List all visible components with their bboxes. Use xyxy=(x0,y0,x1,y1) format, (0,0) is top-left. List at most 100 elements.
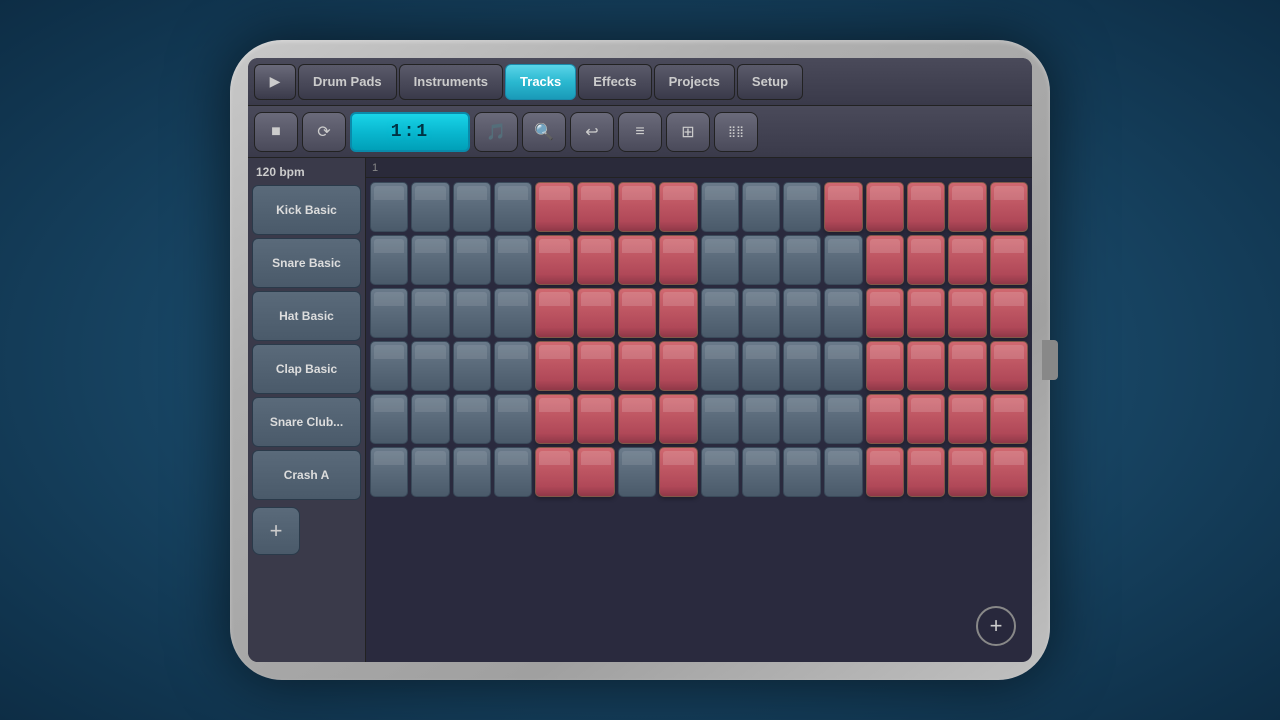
beat-cell-snare-club-13[interactable] xyxy=(907,394,945,444)
beat-cell-hat-basic-14[interactable] xyxy=(948,288,986,338)
beat-cell-clap-basic-11[interactable] xyxy=(824,341,862,391)
beat-cell-kick-basic-9[interactable] xyxy=(742,182,780,232)
beat-cell-crash-a-9[interactable] xyxy=(742,447,780,497)
beat-cell-snare-basic-4[interactable] xyxy=(535,235,573,285)
beat-cell-snare-basic-2[interactable] xyxy=(453,235,491,285)
beat-cell-clap-basic-4[interactable] xyxy=(535,341,573,391)
tab-setup[interactable]: Setup xyxy=(737,64,803,100)
beat-cell-clap-basic-2[interactable] xyxy=(453,341,491,391)
beat-cell-snare-club-2[interactable] xyxy=(453,394,491,444)
beat-cell-hat-basic-10[interactable] xyxy=(783,288,821,338)
beat-cell-hat-basic-15[interactable] xyxy=(990,288,1028,338)
beat-cell-clap-basic-1[interactable] xyxy=(411,341,449,391)
beat-cell-snare-club-6[interactable] xyxy=(618,394,656,444)
beat-cell-snare-basic-10[interactable] xyxy=(783,235,821,285)
beat-cell-kick-basic-7[interactable] xyxy=(659,182,697,232)
beat-cell-hat-basic-9[interactable] xyxy=(742,288,780,338)
beat-cell-kick-basic-15[interactable] xyxy=(990,182,1028,232)
beat-cell-snare-club-15[interactable] xyxy=(990,394,1028,444)
beat-cell-kick-basic-8[interactable] xyxy=(701,182,739,232)
beat-cell-snare-club-14[interactable] xyxy=(948,394,986,444)
beat-cell-kick-basic-5[interactable] xyxy=(577,182,615,232)
beat-cell-clap-basic-12[interactable] xyxy=(866,341,904,391)
beat-cell-snare-club-3[interactable] xyxy=(494,394,532,444)
beat-cell-crash-a-10[interactable] xyxy=(783,447,821,497)
beat-cell-crash-a-1[interactable] xyxy=(411,447,449,497)
beat-cell-clap-basic-5[interactable] xyxy=(577,341,615,391)
beat-cell-hat-basic-12[interactable] xyxy=(866,288,904,338)
beat-cell-kick-basic-11[interactable] xyxy=(824,182,862,232)
add-track-button[interactable]: + xyxy=(252,507,300,555)
beat-cell-snare-basic-14[interactable] xyxy=(948,235,986,285)
beat-cell-clap-basic-9[interactable] xyxy=(742,341,780,391)
beat-cell-clap-basic-15[interactable] xyxy=(990,341,1028,391)
beat-cell-hat-basic-3[interactable] xyxy=(494,288,532,338)
beat-cell-hat-basic-13[interactable] xyxy=(907,288,945,338)
beat-cell-kick-basic-10[interactable] xyxy=(783,182,821,232)
beat-cell-snare-club-11[interactable] xyxy=(824,394,862,444)
side-button[interactable] xyxy=(1042,340,1058,380)
beat-cell-crash-a-14[interactable] xyxy=(948,447,986,497)
beat-cell-kick-basic-13[interactable] xyxy=(907,182,945,232)
beat-cell-kick-basic-12[interactable] xyxy=(866,182,904,232)
beat-cell-kick-basic-0[interactable] xyxy=(370,182,408,232)
beat-cell-crash-a-8[interactable] xyxy=(701,447,739,497)
beat-cell-snare-basic-3[interactable] xyxy=(494,235,532,285)
beat-cell-snare-club-12[interactable] xyxy=(866,394,904,444)
track-label-kick-basic[interactable]: Kick Basic xyxy=(252,185,361,235)
beat-cell-hat-basic-6[interactable] xyxy=(618,288,656,338)
beat-cell-hat-basic-4[interactable] xyxy=(535,288,573,338)
beat-cell-snare-club-7[interactable] xyxy=(659,394,697,444)
track-label-snare-basic[interactable]: Snare Basic xyxy=(252,238,361,288)
beat-cell-snare-basic-9[interactable] xyxy=(742,235,780,285)
beat-cell-crash-a-13[interactable] xyxy=(907,447,945,497)
track-label-crash-a[interactable]: Crash A xyxy=(252,450,361,500)
beat-cell-clap-basic-10[interactable] xyxy=(783,341,821,391)
beat-cell-kick-basic-4[interactable] xyxy=(535,182,573,232)
beat-cell-clap-basic-14[interactable] xyxy=(948,341,986,391)
beat-cell-kick-basic-2[interactable] xyxy=(453,182,491,232)
tab-effects[interactable]: Effects xyxy=(578,64,651,100)
track-label-clap-basic[interactable]: Clap Basic xyxy=(252,344,361,394)
beat-cell-hat-basic-11[interactable] xyxy=(824,288,862,338)
beat-cell-snare-basic-12[interactable] xyxy=(866,235,904,285)
beat-cell-snare-basic-8[interactable] xyxy=(701,235,739,285)
beat-cell-clap-basic-7[interactable] xyxy=(659,341,697,391)
beat-cell-crash-a-4[interactable] xyxy=(535,447,573,497)
undo-button[interactable]: ↩ xyxy=(570,112,614,152)
beat-cell-snare-club-9[interactable] xyxy=(742,394,780,444)
beat-cell-clap-basic-8[interactable] xyxy=(701,341,739,391)
beat-cell-crash-a-12[interactable] xyxy=(866,447,904,497)
beat-cell-clap-basic-0[interactable] xyxy=(370,341,408,391)
beat-cell-crash-a-3[interactable] xyxy=(494,447,532,497)
beat-cell-hat-basic-7[interactable] xyxy=(659,288,697,338)
beat-cell-crash-a-2[interactable] xyxy=(453,447,491,497)
tab-projects[interactable]: Projects xyxy=(654,64,735,100)
beat-cell-snare-basic-6[interactable] xyxy=(618,235,656,285)
beat-cell-hat-basic-5[interactable] xyxy=(577,288,615,338)
tab-instruments[interactable]: Instruments xyxy=(399,64,503,100)
beat-cell-kick-basic-14[interactable] xyxy=(948,182,986,232)
beat-cell-snare-club-10[interactable] xyxy=(783,394,821,444)
loop-button[interactable]: ⟳ xyxy=(302,112,346,152)
metronome-button[interactable]: 🎵 xyxy=(474,112,518,152)
beat-cell-kick-basic-3[interactable] xyxy=(494,182,532,232)
beat-cell-kick-basic-1[interactable] xyxy=(411,182,449,232)
pattern-view-button[interactable]: ⣿⣿ xyxy=(714,112,758,152)
beat-cell-crash-a-5[interactable] xyxy=(577,447,615,497)
beat-cell-snare-basic-1[interactable] xyxy=(411,235,449,285)
beat-cell-snare-club-0[interactable] xyxy=(370,394,408,444)
beat-cell-snare-basic-7[interactable] xyxy=(659,235,697,285)
beat-cell-hat-basic-1[interactable] xyxy=(411,288,449,338)
beat-cell-clap-basic-13[interactable] xyxy=(907,341,945,391)
beat-cell-clap-basic-6[interactable] xyxy=(618,341,656,391)
beat-cell-kick-basic-6[interactable] xyxy=(618,182,656,232)
beat-cell-snare-club-5[interactable] xyxy=(577,394,615,444)
add-pattern-button[interactable]: + xyxy=(976,606,1016,646)
beat-cell-snare-basic-0[interactable] xyxy=(370,235,408,285)
beat-cell-crash-a-15[interactable] xyxy=(990,447,1028,497)
beat-cell-snare-basic-11[interactable] xyxy=(824,235,862,285)
beat-cell-snare-basic-15[interactable] xyxy=(990,235,1028,285)
play-button[interactable]: ▶ xyxy=(254,64,296,100)
beat-cell-hat-basic-2[interactable] xyxy=(453,288,491,338)
